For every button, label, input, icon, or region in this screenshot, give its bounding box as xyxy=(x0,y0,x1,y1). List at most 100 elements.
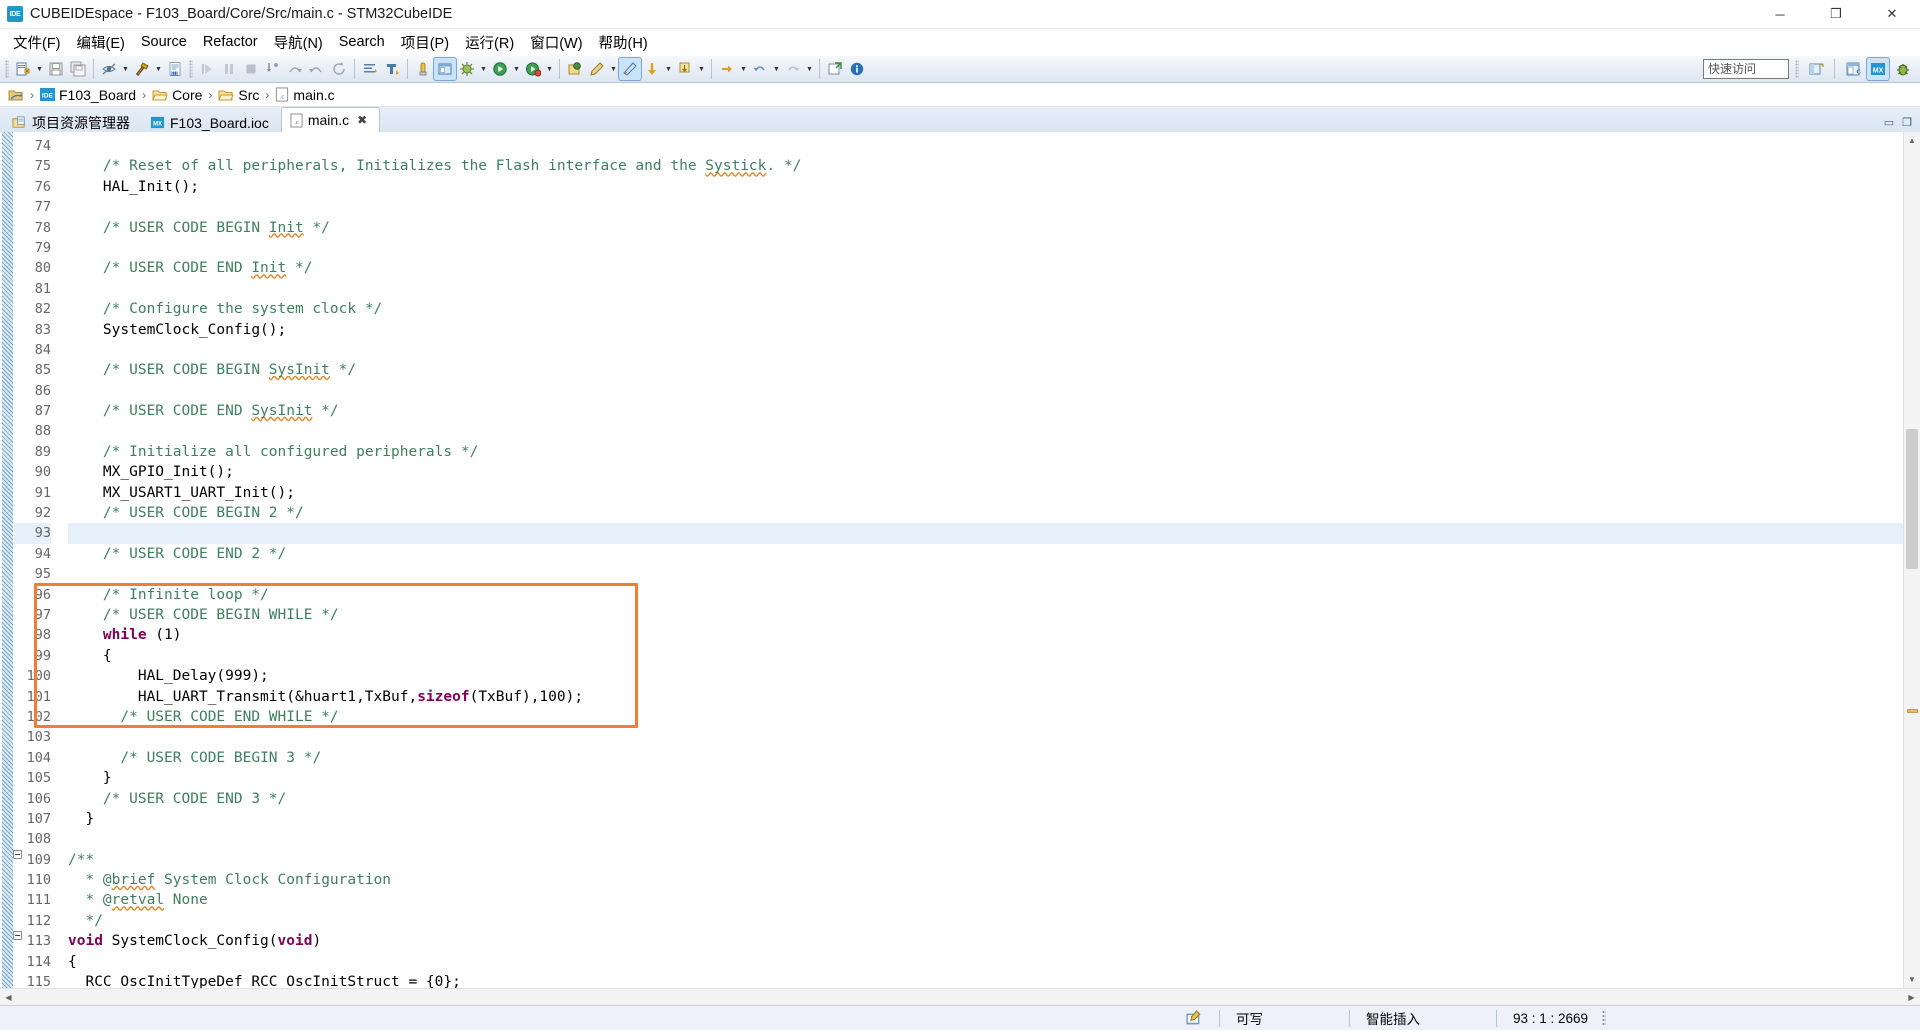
minimize-button[interactable]: ─ xyxy=(1752,0,1808,29)
code-line[interactable] xyxy=(68,564,1903,584)
code-line[interactable]: RCC_OscInitTypeDef RCC_OscInitStruct = {… xyxy=(68,972,1903,988)
open-element-button[interactable] xyxy=(359,58,381,80)
code-line[interactable]: } xyxy=(68,768,1903,788)
maximize-view-icon[interactable]: ❐ xyxy=(1902,116,1912,129)
c-cpp-perspective-icon[interactable]: C xyxy=(1842,58,1864,80)
last-edit-dropdown[interactable]: ▼ xyxy=(738,58,749,80)
code-line[interactable] xyxy=(68,381,1903,401)
menu-project[interactable]: 项目(P) xyxy=(393,29,457,56)
save-all-button[interactable] xyxy=(67,58,89,80)
code-line[interactable]: /* Initialize all configured peripherals… xyxy=(68,442,1903,462)
menu-refactor[interactable]: Refactor xyxy=(195,31,266,53)
menu-window[interactable]: 窗口(W) xyxy=(522,29,590,56)
open-external-button[interactable] xyxy=(824,58,846,80)
horizontal-scrollbar[interactable]: ◀ ▶ xyxy=(0,988,1920,1005)
code-line[interactable]: * @brief System Clock Configuration xyxy=(68,870,1903,890)
search-button[interactable] xyxy=(618,57,642,81)
step-return-button[interactable] xyxy=(306,58,328,80)
code-line[interactable] xyxy=(68,523,1903,544)
code-line[interactable]: HAL_Delay(999); xyxy=(68,666,1903,686)
code-line[interactable]: HAL_Init(); xyxy=(68,177,1903,197)
open-perspective-button[interactable] xyxy=(433,57,457,81)
code-line[interactable]: HAL_UART_Transmit(&huart1,TxBuf,sizeof(T… xyxy=(68,687,1903,707)
fold-toggle-icon[interactable] xyxy=(13,931,22,941)
forward-dropdown[interactable]: ▼ xyxy=(804,58,815,80)
breadcrumb-src[interactable]: Src xyxy=(216,86,261,104)
quick-access-input[interactable]: 快速访问 xyxy=(1703,59,1789,79)
suspend-button[interactable] xyxy=(218,58,240,80)
previous-annotation-button[interactable] xyxy=(641,58,663,80)
info-button[interactable] xyxy=(846,58,868,80)
next-annotation-dropdown[interactable]: ▼ xyxy=(696,58,707,80)
back-dropdown[interactable]: ▼ xyxy=(771,58,782,80)
code-line[interactable]: while (1) xyxy=(68,625,1903,645)
edit-dropdown[interactable]: ▼ xyxy=(608,58,619,80)
code-line[interactable]: /* USER CODE END 2 */ xyxy=(68,544,1903,564)
code-line[interactable]: /* USER CODE BEGIN Init */ xyxy=(68,218,1903,238)
code-line[interactable]: /* Infinite loop */ xyxy=(68,585,1903,605)
breadcrumb-file[interactable]: .c main.c xyxy=(273,86,336,104)
build-dropdown[interactable]: ▼ xyxy=(153,58,164,80)
run-button[interactable] xyxy=(489,58,511,80)
new-file-dropdown[interactable]: ▼ xyxy=(34,58,45,80)
open-type-button[interactable] xyxy=(381,58,403,80)
menu-search[interactable]: Search xyxy=(331,31,393,53)
code-line[interactable]: /* USER CODE END WHILE */ xyxy=(68,707,1903,727)
code-line[interactable]: MX_GPIO_Init(); xyxy=(68,462,1903,482)
breadcrumb-project[interactable]: IDE F103_Board xyxy=(38,86,138,104)
menu-help[interactable]: 帮助(H) xyxy=(591,29,656,56)
external-tools-dropdown[interactable]: ▼ xyxy=(478,58,489,80)
debug-config-button[interactable] xyxy=(412,58,434,80)
toggle-mark-occurrences-button[interactable] xyxy=(98,58,120,80)
menu-run[interactable]: 运行(R) xyxy=(457,29,522,56)
vertical-scrollbar[interactable]: ▲ ▼ xyxy=(1903,132,1920,988)
save-button[interactable] xyxy=(45,58,67,80)
tab-project-explorer[interactable]: 项目资源管理器 xyxy=(4,111,142,134)
breadcrumb-core[interactable]: Core xyxy=(150,86,204,104)
scroll-track[interactable] xyxy=(1904,149,1920,971)
run-dropdown[interactable]: ▼ xyxy=(511,58,522,80)
scroll-left-arrow[interactable]: ◀ xyxy=(0,993,17,1002)
last-edit-button[interactable] xyxy=(716,58,738,80)
scroll-right-arrow[interactable]: ▶ xyxy=(1903,993,1920,1002)
code-line[interactable] xyxy=(68,727,1903,747)
code-line[interactable] xyxy=(68,421,1903,441)
code-line[interactable] xyxy=(68,238,1903,258)
tab-ioc[interactable]: MX F103_Board.ioc xyxy=(142,111,281,134)
code-line[interactable]: /* USER CODE BEGIN SysInit */ xyxy=(68,360,1903,380)
debug-perspective-icon[interactable] xyxy=(1892,58,1914,80)
code-line[interactable]: void SystemClock_Config(void) xyxy=(68,931,1903,951)
code-line[interactable]: /* Configure the system clock */ xyxy=(68,299,1903,319)
scroll-up-arrow[interactable]: ▲ xyxy=(1904,132,1920,149)
code-line[interactable]: /* USER CODE BEGIN WHILE */ xyxy=(68,605,1903,625)
status-grip[interactable] xyxy=(1602,1010,1607,1026)
overview-ruler-mark[interactable] xyxy=(1907,709,1918,713)
code-line[interactable]: { xyxy=(68,646,1903,666)
toolbar-grip[interactable] xyxy=(5,60,9,78)
code-editor[interactable]: 74 75 76 77 78 79 80 81 82 83 84 85 86 87 88 89 90 91 92 93… xyxy=(0,132,1920,990)
code-line[interactable]: } xyxy=(68,809,1903,829)
scroll-thumb[interactable] xyxy=(1906,429,1918,569)
build-hammer-button[interactable] xyxy=(131,58,153,80)
next-annotation-button[interactable] xyxy=(674,58,696,80)
back-button[interactable] xyxy=(749,58,771,80)
edit-button[interactable] xyxy=(586,58,608,80)
source-code-text[interactable]: /* Reset of all peripherals, Initializes… xyxy=(58,132,1903,988)
code-line[interactable]: * @retval None xyxy=(68,890,1903,910)
fold-toggle-icon[interactable] xyxy=(13,849,22,859)
code-line[interactable] xyxy=(68,829,1903,849)
resume-button[interactable] xyxy=(196,58,218,80)
code-line[interactable]: /* Reset of all peripherals, Initializes… xyxy=(68,156,1903,176)
code-line[interactable] xyxy=(68,340,1903,360)
new-c-file-button[interactable]: 010 xyxy=(164,58,186,80)
scroll-down-arrow[interactable]: ▼ xyxy=(1904,971,1920,988)
code-line[interactable]: /** xyxy=(68,850,1903,870)
new-file-button[interactable] xyxy=(12,58,34,80)
pin-editor-button[interactable] xyxy=(564,58,586,80)
perspective-grip[interactable] xyxy=(1795,60,1799,78)
step-over-button[interactable] xyxy=(284,58,306,80)
breadcrumb-root[interactable] xyxy=(6,86,26,104)
toolbar-grip-2[interactable] xyxy=(189,60,193,78)
prev-annotation-dropdown[interactable]: ▼ xyxy=(663,58,674,80)
code-line[interactable]: */ xyxy=(68,911,1903,931)
